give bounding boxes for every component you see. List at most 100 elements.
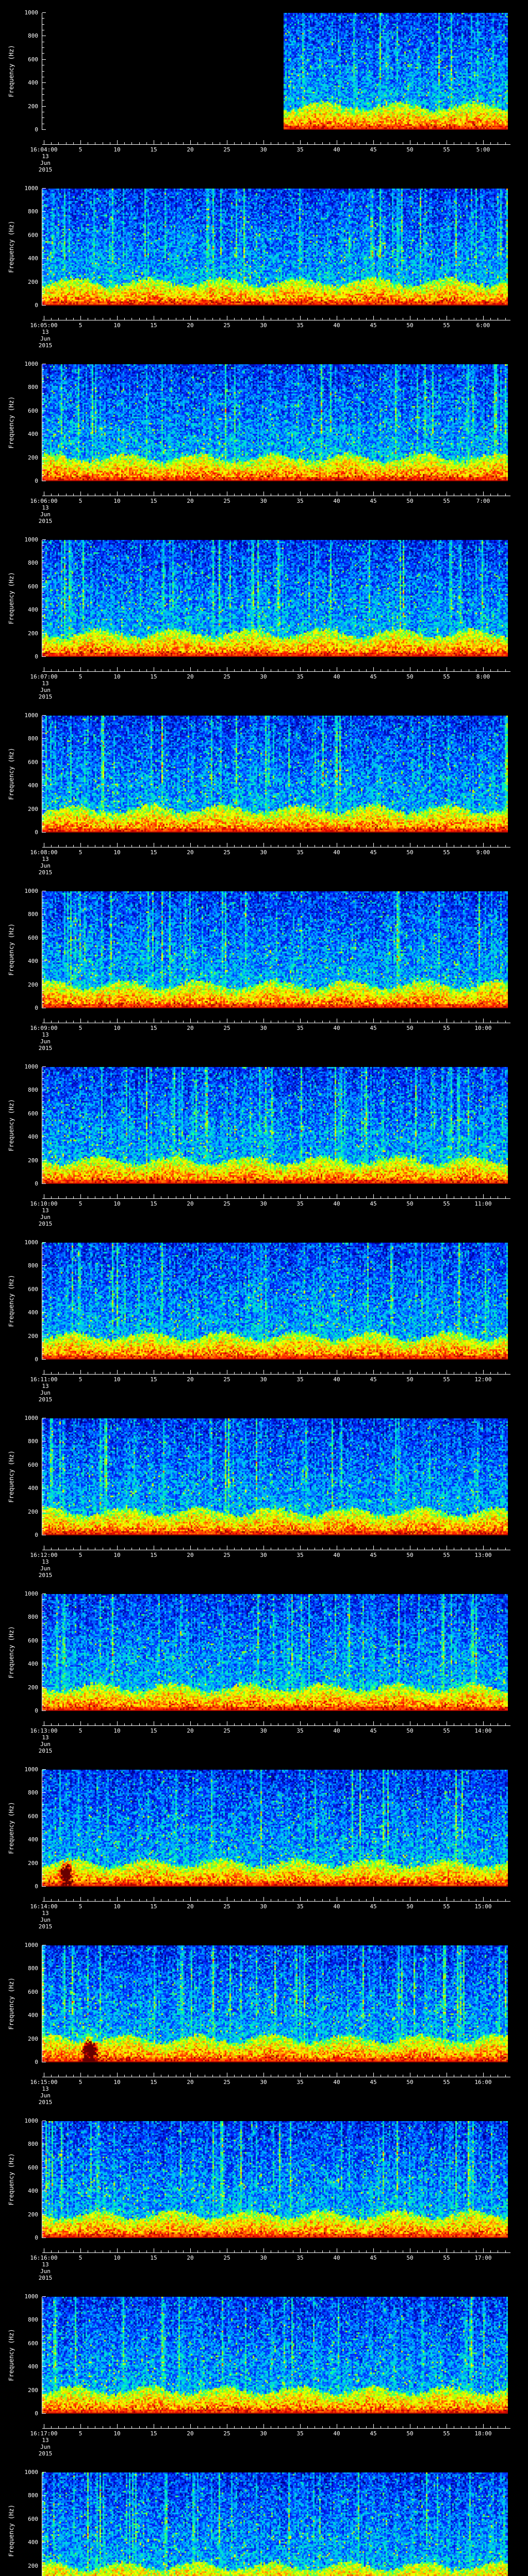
x-start-time-label: 16:10:00 <box>30 1200 58 1207</box>
x-minor-tick <box>234 845 235 847</box>
x-tick-label: 30 <box>260 1200 267 1207</box>
x-minor-tick <box>263 845 264 847</box>
x-start-time-label: 16:08:00 <box>30 849 58 856</box>
x-minor-tick <box>212 318 213 320</box>
y-tick-label: 200 <box>28 103 38 110</box>
x-tick-label: 35 <box>296 146 304 153</box>
x-tick-label: 30 <box>260 1025 267 1031</box>
x-minor-tick <box>322 2426 323 2428</box>
x-minor-tick <box>505 1723 506 1725</box>
y-minor-tick <box>42 2208 44 2209</box>
x-minor-tick <box>183 1899 184 1901</box>
x-minor-tick <box>300 1021 301 1023</box>
y-tick-label: 600 <box>28 1285 38 1293</box>
x-minor-tick <box>124 1021 125 1023</box>
date-label: Jun <box>40 511 51 518</box>
y-major-tick <box>42 738 46 739</box>
x-minor-tick <box>234 494 235 496</box>
x-minor-tick <box>256 1548 257 1550</box>
x-minor-tick <box>146 669 147 671</box>
y-minor-tick <box>42 2202 44 2203</box>
x-minor-tick <box>490 2075 491 2077</box>
x-tick-label: 50 <box>406 1376 414 1383</box>
x-minor-tick <box>329 1196 330 1198</box>
x-minor-tick <box>249 1899 250 1901</box>
y-major-tick <box>42 633 46 634</box>
x-tick-label: 35 <box>296 673 304 680</box>
x-tick-label: 40 <box>333 146 340 153</box>
x-tick-label: 35 <box>296 2255 304 2261</box>
x-minor-tick <box>424 2250 425 2252</box>
y-tick-label: 400 <box>28 1836 38 1843</box>
x-tick-label: 45 <box>370 2255 377 2261</box>
x-minor-tick <box>80 1548 81 1550</box>
x-minor-tick <box>190 1548 191 1550</box>
x-tick-label: 45 <box>370 2079 377 2086</box>
x-minor-tick <box>212 845 213 847</box>
x-minor-tick <box>183 318 184 320</box>
x-tick-label: 15 <box>150 1376 157 1383</box>
y-minor-tick <box>42 474 44 476</box>
x-minor-tick <box>168 1899 169 1901</box>
y-tick-label: 0 <box>35 1005 38 1011</box>
x-minor-tick <box>373 318 374 320</box>
x-minor-tick <box>131 318 133 320</box>
x-minor-tick <box>256 2250 257 2252</box>
spectrogram-panel-2: Frequency (Hz) 1000 800 600 400 200 0 16:05:0… <box>0 176 528 351</box>
x-minor-tick <box>263 2426 264 2428</box>
y-minor-tick <box>42 1482 44 1483</box>
y-tick-label: 400 <box>28 606 38 614</box>
x-minor-tick <box>73 845 74 847</box>
x-minor-tick <box>190 1723 191 1725</box>
x-minor-tick <box>139 1723 140 1725</box>
y-tick-label: 200 <box>28 805 38 812</box>
y-major-tick <box>42 106 46 107</box>
x-tick-label: 30 <box>260 498 267 504</box>
x-minor-tick <box>483 2250 484 2252</box>
y-axis-title: Frequency (Hz) <box>8 221 15 273</box>
x-minor-tick <box>241 1021 242 1023</box>
date-label: 2015 <box>38 869 53 876</box>
x-minor-tick <box>307 2250 308 2252</box>
y-tick-label: 800 <box>28 1087 38 1094</box>
x-minor-tick <box>366 845 367 847</box>
x-minor-tick <box>395 494 396 496</box>
date-label: 13 <box>42 1207 49 1214</box>
y-major-tick <box>42 2319 46 2320</box>
x-minor-tick <box>65 669 67 671</box>
y-major-tick <box>42 2413 46 2414</box>
x-minor-tick <box>117 669 118 671</box>
y-minor-tick <box>42 428 44 429</box>
x-start-time-label: 16:05:00 <box>30 322 58 329</box>
y-major-tick <box>42 586 46 587</box>
x-minor-tick <box>212 1021 213 1023</box>
spectrogram-heatmap <box>42 1945 508 2062</box>
x-minor-tick <box>329 318 330 320</box>
y-minor-tick <box>42 580 44 581</box>
y-minor-tick <box>42 1997 44 1998</box>
x-minor-tick <box>395 1372 396 1374</box>
x-tick-label: 20 <box>187 2079 194 2086</box>
x-minor-tick <box>146 318 147 320</box>
y-minor-tick <box>42 2571 44 2572</box>
x-minor-tick <box>183 142 184 144</box>
x-minor-tick <box>300 669 301 671</box>
x-tick-label: 10 <box>113 1025 121 1031</box>
y-major-tick <box>42 2389 46 2391</box>
x-minor-tick <box>351 1899 352 1901</box>
y-tick-label: 400 <box>28 1660 38 1668</box>
y-major-tick <box>42 715 46 716</box>
x-minor-tick <box>439 494 440 496</box>
y-tick-label: 400 <box>28 2012 38 2019</box>
y-tick-label: 1000 <box>24 536 39 543</box>
x-minor-tick <box>505 1899 506 1901</box>
x-end-time-label: 7:00 <box>476 498 490 504</box>
y-tick-label: 200 <box>28 454 38 461</box>
x-minor-tick <box>131 845 133 847</box>
date-label: 2015 <box>38 342 53 349</box>
x-end-time-label: 8:00 <box>476 673 490 680</box>
x-minor-tick <box>424 142 425 144</box>
date-label: Jun <box>40 1214 51 1221</box>
x-minor-tick <box>51 1899 52 1901</box>
x-minor-tick <box>73 669 74 671</box>
